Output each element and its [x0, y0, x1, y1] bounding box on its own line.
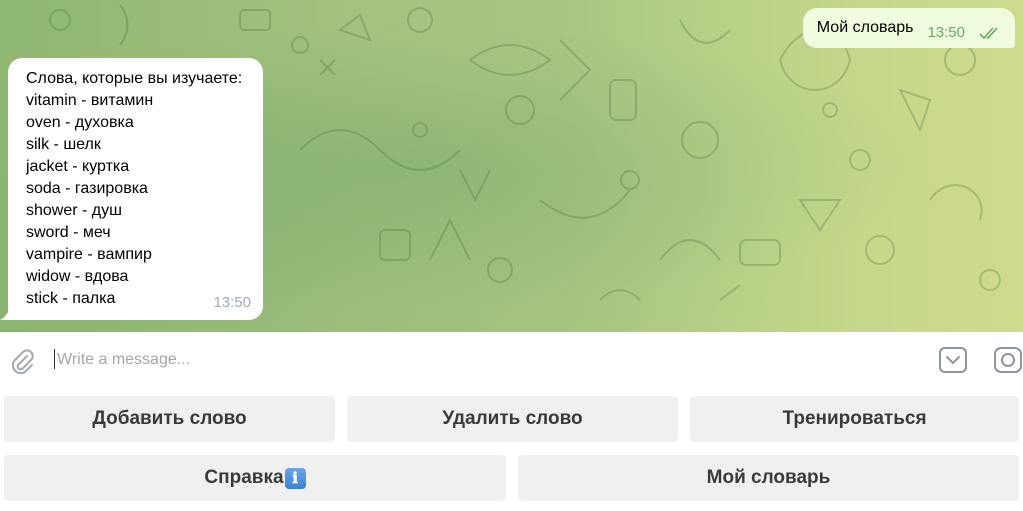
info-icon: ℹ [284, 467, 306, 489]
message-line: vampire - вампир [26, 246, 152, 263]
reply-keyboard: Добавить слово Удалить слово Тренировать… [0, 388, 1023, 511]
incoming-message[interactable]: Слова, которые вы изучаете: vitamin - ви… [8, 58, 263, 320]
help-label: Справка [204, 467, 284, 488]
outgoing-message-text: Мой словарь [816, 19, 914, 36]
message-line: silk - шелк [26, 136, 101, 153]
add-word-button[interactable]: Добавить слово [4, 396, 335, 442]
double-check-icon [979, 27, 998, 40]
message-line: sword - меч [26, 224, 111, 241]
my-dictionary-label: Мой словарь [706, 467, 831, 488]
train-button[interactable]: Тренироваться [690, 396, 1019, 442]
message-input[interactable] [55, 346, 879, 374]
message-line: vitamin - витамин [26, 92, 154, 109]
bot-keyboard-icon[interactable] [938, 345, 968, 375]
outgoing-message-time: 13:50 [927, 24, 965, 41]
help-button[interactable]: Справка ℹ [4, 455, 506, 501]
delete-word-label: Удалить слово [442, 408, 583, 429]
message-line: shower - душ [26, 202, 122, 219]
add-word-label: Добавить слово [92, 408, 247, 429]
train-label: Тренироваться [782, 408, 927, 429]
incoming-bubble-tail [0, 306, 14, 320]
instagram-camera-icon[interactable] [993, 345, 1023, 375]
message-line: jacket - куртка [26, 158, 130, 175]
paperclip-icon[interactable] [9, 347, 35, 375]
message-line: Слова, которые вы изучаете: [26, 70, 243, 87]
incoming-message-time: 13:50 [213, 294, 251, 311]
chat-background: Мой словарь 13:50 Слова, которые вы изуч… [0, 0, 1023, 332]
outgoing-message[interactable]: Мой словарь 13:50 [802, 8, 1015, 48]
message-line: widow - вдова [26, 268, 129, 285]
delete-word-button[interactable]: Удалить слово [347, 396, 678, 442]
message-line: soda - газировка [26, 180, 148, 197]
my-dictionary-button[interactable]: Мой словарь [518, 455, 1019, 501]
message-line: oven - духовка [26, 114, 134, 131]
